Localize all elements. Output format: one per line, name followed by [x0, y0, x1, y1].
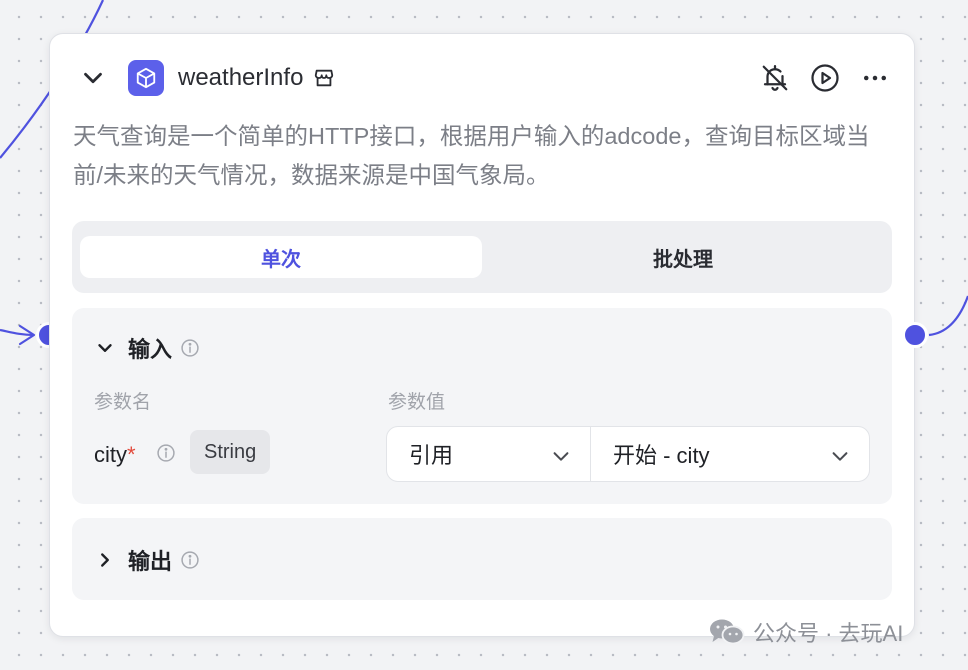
value-reference-select[interactable]: 开始 - city [591, 427, 869, 481]
param-name-text: city [94, 442, 127, 467]
tab-batch[interactable]: 批处理 [482, 236, 884, 278]
play-circle-icon[interactable] [810, 63, 840, 93]
value-source-select[interactable]: 引用 [387, 427, 591, 481]
param-row: city* String 引用 开始 - city [94, 426, 870, 484]
node-card[interactable]: weatherInfo 天气查询是一个简单的HTTP接口，根据用户输入的adco… [49, 33, 915, 637]
output-section-title: 输出 [128, 549, 173, 574]
output-port[interactable] [902, 322, 928, 348]
watermark: 公众号 · 去玩AI [709, 616, 903, 648]
info-icon[interactable] [180, 550, 200, 570]
node-description: 天气查询是一个简单的HTTP接口，根据用户输入的adcode，查询目标区域当前/… [73, 123, 870, 188]
node-title: weatherInfo [178, 64, 304, 91]
plugin-store-icon[interactable] [313, 67, 335, 89]
info-icon[interactable] [180, 338, 200, 358]
chevron-down-icon[interactable] [78, 63, 108, 93]
watermark-text: 公众号 · 去玩AI [753, 621, 904, 646]
more-horizontal-icon[interactable] [860, 63, 890, 93]
header-actions [760, 63, 890, 93]
chevron-down-icon [94, 337, 116, 359]
param-value-selector: 引用 开始 - city [386, 426, 870, 482]
param-value-header: 参数值 [388, 392, 446, 413]
chevron-down-icon [829, 445, 851, 473]
param-type-badge: String [190, 430, 271, 474]
param-name: city* [94, 442, 136, 468]
param-name-header: 参数名 [94, 392, 152, 413]
node-header: weatherInfo [78, 60, 890, 96]
output-section-header[interactable]: 输出 [94, 544, 200, 576]
chevron-down-icon [550, 445, 572, 473]
input-section-title: 输入 [128, 337, 173, 362]
info-icon[interactable] [156, 443, 176, 468]
bell-off-icon[interactable] [760, 63, 790, 93]
outgoing-edge-line [928, 295, 968, 337]
cube-icon [128, 60, 164, 96]
input-section-header[interactable]: 输入 [94, 332, 200, 364]
value-source-label: 引用 [409, 443, 454, 468]
input-section: 输入 参数名 参数值 city* String 引用 开始 - city [72, 308, 892, 504]
mode-tabs: 单次 批处理 [72, 221, 892, 293]
chevron-right-icon [94, 549, 116, 571]
required-mark: * [127, 442, 136, 467]
tab-single[interactable]: 单次 [80, 236, 482, 278]
value-reference-label: 开始 - city [613, 443, 710, 468]
wechat-icon [709, 617, 745, 647]
output-section: 输出 [72, 518, 892, 600]
